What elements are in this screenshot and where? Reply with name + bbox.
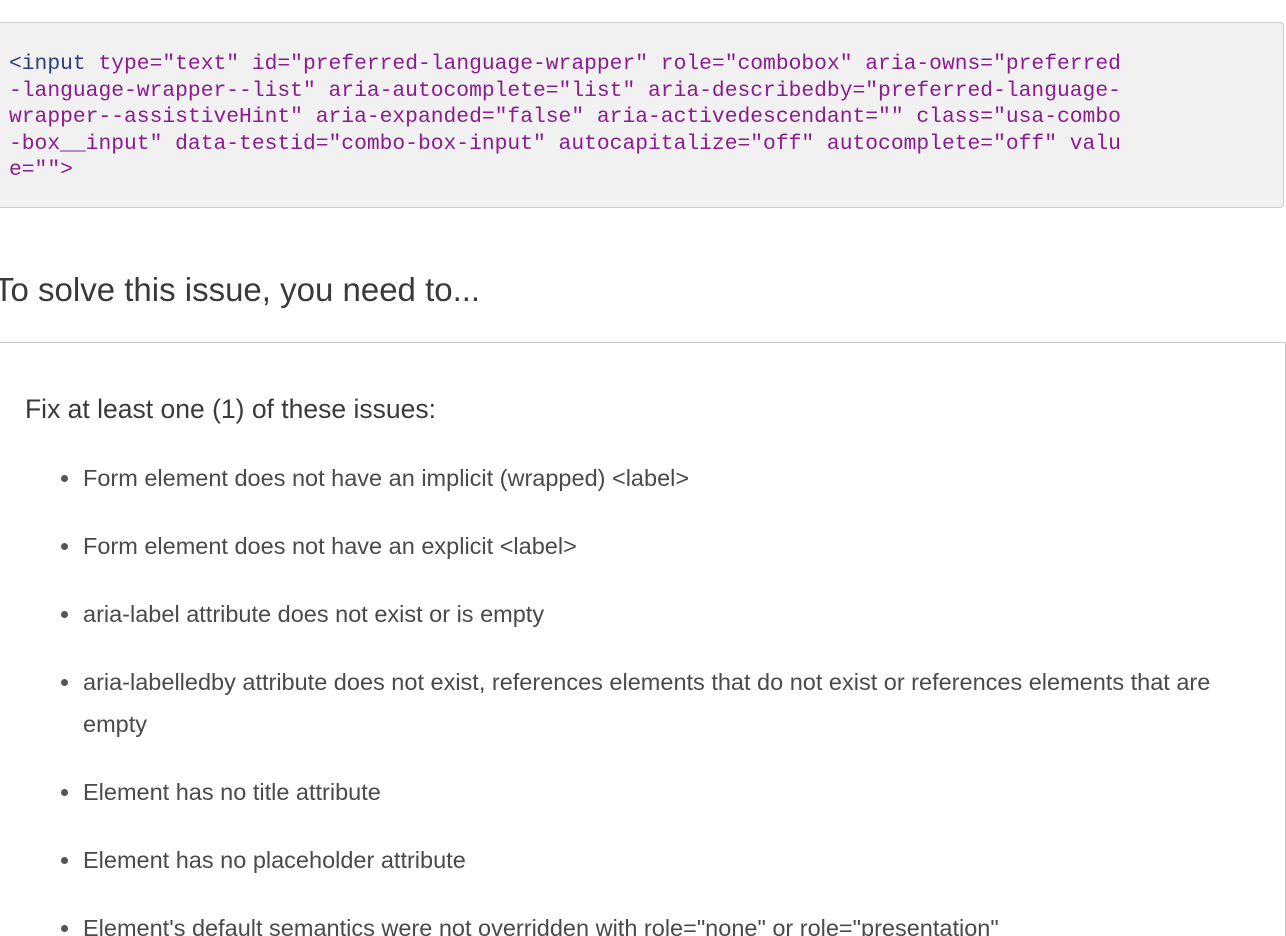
code-tag: <input: [9, 52, 86, 76]
panel-title: Fix at least one (1) of these issues:: [25, 394, 436, 424]
list-item: Form element does not have an explicit <…: [61, 525, 1253, 567]
bullet-icon: [61, 543, 68, 550]
issue-text: Element's default semantics were not ove…: [83, 915, 999, 936]
code-line-4: -box__input" data-testid="combo-box-inpu…: [9, 131, 1121, 156]
issue-text: Element has no placeholder attribute: [83, 847, 466, 873]
solve-heading: To solve this issue, you need to...: [0, 271, 481, 308]
issue-text: aria-labelledby attribute does not exist…: [83, 669, 1211, 737]
list-item: Element has no title attribute: [61, 771, 1253, 813]
bullet-icon: [61, 679, 68, 686]
code-line-2: -language-wrapper--list" aria-autocomple…: [9, 78, 1121, 103]
issue-text: aria-label attribute does not exist or i…: [83, 601, 545, 627]
fix-panel: Fix at least one (1) of these issues: Fo…: [0, 342, 1286, 936]
page: <input type="text" id="preferred-languag…: [0, 0, 1286, 936]
bullet-icon: [61, 925, 68, 932]
code-line-3: wrapper--assistiveHint" aria-expanded="f…: [9, 105, 1121, 130]
issue-text: Form element does not have an implicit (…: [83, 465, 690, 491]
list-item: aria-labelledby attribute does not exist…: [61, 661, 1253, 745]
bullet-icon: [61, 857, 68, 864]
bullet-icon: [61, 789, 68, 796]
code-snippet: <input type="text" id="preferred-languag…: [0, 22, 1284, 208]
bullet-icon: [61, 611, 68, 618]
issue-text: Element has no title attribute: [83, 779, 381, 805]
list-item: Form element does not have an implicit (…: [61, 457, 1253, 499]
bullet-icon: [61, 475, 68, 482]
list-item: aria-label attribute does not exist or i…: [61, 593, 1253, 635]
list-item: Element's default semantics were not ove…: [61, 907, 1253, 936]
issue-text: Form element does not have an explicit <…: [83, 533, 577, 559]
list-item: Element has no placeholder attribute: [61, 839, 1253, 881]
code-text: <input type="text" id="preferred-languag…: [9, 51, 1265, 184]
code-line-1: type="text" id="preferred-language-wrapp…: [85, 52, 1121, 76]
code-line-5: e="">: [9, 158, 73, 183]
